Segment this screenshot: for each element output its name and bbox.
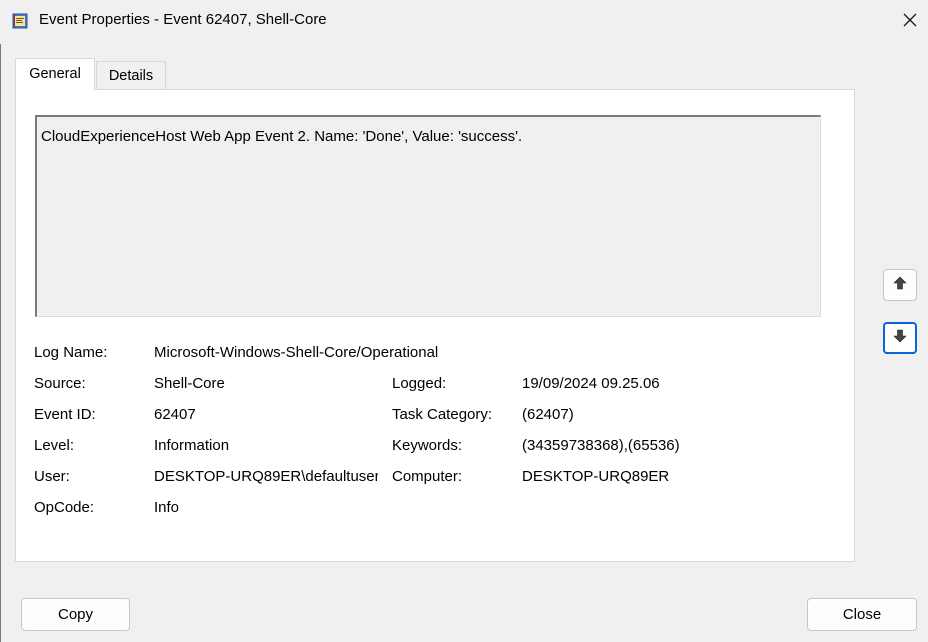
copy-button[interactable]: Copy: [21, 598, 130, 631]
event-id-label: Event ID:: [34, 406, 96, 423]
opcode-label: OpCode:: [34, 499, 95, 516]
computer-value[interactable]: DESKTOP-URQ89ER: [522, 468, 669, 485]
event-description[interactable]: CloudExperienceHost Web App Event 2. Nam…: [35, 115, 821, 317]
window-edge: [0, 44, 1, 642]
event-viewer-icon: [12, 13, 28, 29]
computer-label: Computer:: [392, 468, 463, 485]
window-title: Event Properties - Event 62407, Shell-Co…: [39, 11, 327, 28]
user-label: User:: [34, 468, 70, 485]
close-button[interactable]: Close: [807, 598, 917, 631]
level-value[interactable]: Information: [154, 437, 229, 454]
next-event-button[interactable]: [883, 322, 917, 354]
log-name-value[interactable]: Microsoft-Windows-Shell-Core/Operational: [154, 344, 438, 361]
close-icon[interactable]: [896, 6, 924, 34]
task-category-label: Task Category:: [392, 406, 493, 423]
level-label: Level:: [34, 437, 75, 454]
title-bar: Event Properties - Event 62407, Shell-Co…: [0, 0, 928, 44]
keywords-value[interactable]: (34359738368),(65536): [522, 437, 680, 454]
arrow-up-icon: [893, 276, 907, 294]
source-label: Source:: [34, 375, 86, 392]
user-value[interactable]: DESKTOP-URQ89ER\defaultuser0: [154, 468, 378, 485]
previous-event-button[interactable]: [883, 269, 917, 301]
event-id-value[interactable]: 62407: [154, 406, 196, 423]
tab-general[interactable]: General: [15, 58, 95, 91]
tab-details[interactable]: Details: [96, 61, 166, 90]
log-name-label: Log Name:: [34, 344, 108, 361]
logged-label: Logged:: [392, 375, 447, 392]
source-value[interactable]: Shell-Core: [154, 375, 225, 392]
task-category-value[interactable]: (62407): [522, 406, 574, 423]
logged-value[interactable]: 19/09/2024 09.25.06: [522, 375, 660, 392]
keywords-label: Keywords:: [392, 437, 463, 454]
opcode-value[interactable]: Info: [154, 499, 179, 516]
arrow-down-icon: [893, 329, 907, 347]
